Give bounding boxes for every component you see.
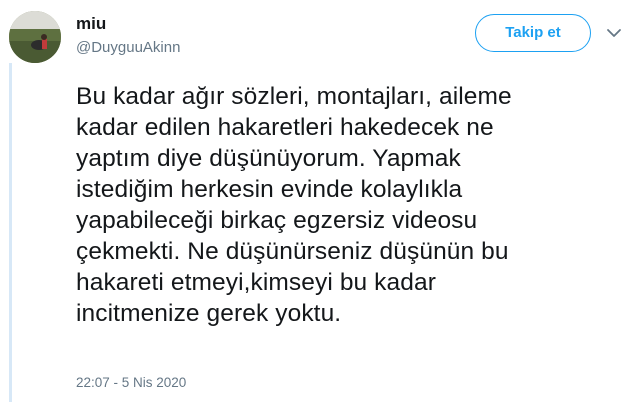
- follow-button[interactable]: Takip et: [475, 14, 591, 52]
- tweet-text: Bu kadar ağır sözleri, montajları, ailem…: [76, 83, 512, 327]
- tweet-timestamp[interactable]: 22:07 - 5 Nis 2020: [76, 375, 186, 390]
- avatar[interactable]: [9, 11, 61, 63]
- tweet-card: miu @DuyguuAkinn Takip et Bu kadar ağır …: [0, 0, 635, 402]
- profile-photo-icon: [9, 11, 61, 63]
- display-name[interactable]: miu: [76, 13, 180, 35]
- tweet-header: miu @DuyguuAkinn: [76, 13, 180, 58]
- chevron-down-icon[interactable]: [606, 26, 622, 38]
- user-handle[interactable]: @DuyguuAkinn: [76, 38, 180, 58]
- thread-line: [9, 63, 12, 402]
